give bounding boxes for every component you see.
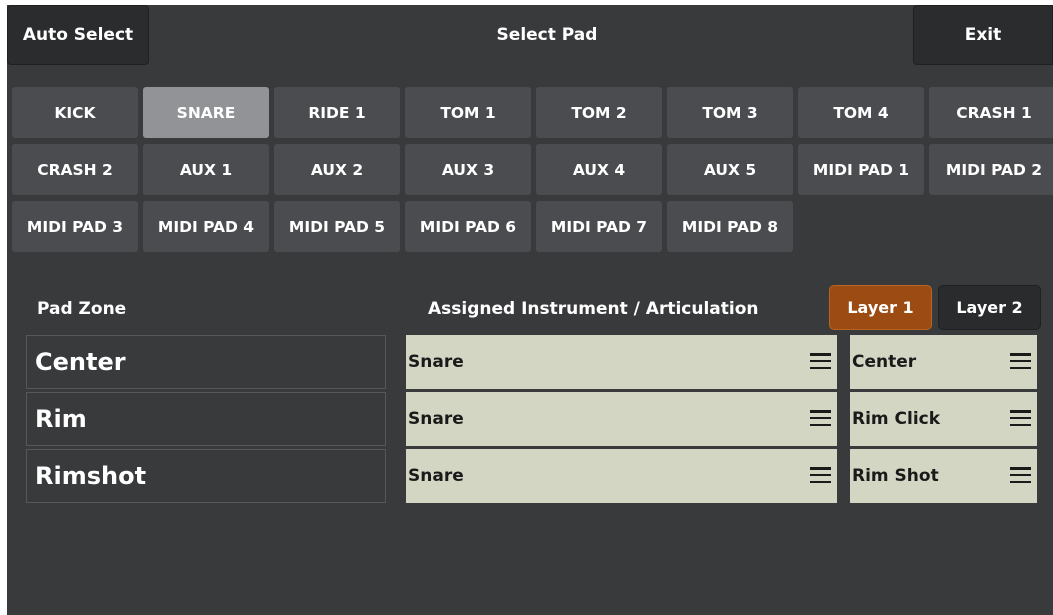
pad-zone-heading: Pad Zone: [37, 299, 127, 319]
pad-button-midi-pad-4[interactable]: MIDI PAD 4: [143, 201, 269, 252]
pad-button-aux-5[interactable]: AUX 5: [667, 144, 793, 195]
instrument-select-rim[interactable]: Snare: [406, 392, 837, 446]
pad-button-snare[interactable]: SNARE: [143, 87, 269, 138]
instrument-select-center[interactable]: Snare: [406, 335, 837, 389]
pad-button-aux-2[interactable]: AUX 2: [274, 144, 400, 195]
pad-button-ride-1[interactable]: RIDE 1: [274, 87, 400, 138]
pad-button-midi-pad-7[interactable]: MIDI PAD 7: [536, 201, 662, 252]
layer-1-button[interactable]: Layer 1: [829, 285, 932, 330]
pad-button-tom-1[interactable]: TOM 1: [405, 87, 531, 138]
assigned-instrument-heading: Assigned Instrument / Articulation: [428, 299, 759, 319]
hamburger-menu-icon: [1010, 467, 1031, 483]
pad-zone-center: Center: [26, 335, 386, 389]
instrument-select-rimshot[interactable]: Snare: [406, 449, 837, 503]
articulation-select-rim[interactable]: Rim Click: [850, 392, 1037, 446]
page-title: Select Pad: [496, 25, 598, 45]
hamburger-menu-icon: [810, 353, 831, 369]
pad-button-aux-3[interactable]: AUX 3: [405, 144, 531, 195]
pad-button-crash-1[interactable]: CRASH 1: [929, 87, 1053, 138]
articulation-select-center[interactable]: Center: [850, 335, 1037, 389]
pad-zone-rimshot: Rimshot: [26, 449, 386, 503]
pad-button-tom-3[interactable]: TOM 3: [667, 87, 793, 138]
pad-button-midi-pad-2[interactable]: MIDI PAD 2: [929, 144, 1053, 195]
layer-2-button[interactable]: Layer 2: [938, 285, 1041, 330]
pad-button-aux-1[interactable]: AUX 1: [143, 144, 269, 195]
articulation-label: Rim Shot: [852, 466, 939, 486]
exit-button[interactable]: Exit: [913, 5, 1053, 65]
articulation-label: Rim Click: [852, 409, 941, 429]
pad-button-midi-pad-8[interactable]: MIDI PAD 8: [667, 201, 793, 252]
pad-button-crash-2[interactable]: CRASH 2: [12, 144, 138, 195]
pad-button-midi-pad-5[interactable]: MIDI PAD 5: [274, 201, 400, 252]
pad-button-kick[interactable]: KICK: [12, 87, 138, 138]
pad-button-tom-2[interactable]: TOM 2: [536, 87, 662, 138]
hamburger-menu-icon: [810, 410, 831, 426]
hamburger-menu-icon: [1010, 410, 1031, 426]
articulation-label: Center: [852, 352, 917, 372]
auto-select-button[interactable]: Auto Select: [7, 5, 149, 65]
hamburger-menu-icon: [1010, 353, 1031, 369]
pad-button-midi-pad-3[interactable]: MIDI PAD 3: [12, 201, 138, 252]
instrument-label: Snare: [408, 466, 464, 486]
select-pad-window: Auto Select Select Pad Exit Pad Zone Ass…: [7, 5, 1053, 615]
pad-button-aux-4[interactable]: AUX 4: [536, 144, 662, 195]
hamburger-menu-icon: [810, 467, 831, 483]
pad-zone-rim: Rim: [26, 392, 386, 446]
pad-button-midi-pad-6[interactable]: MIDI PAD 6: [405, 201, 531, 252]
articulation-select-rimshot[interactable]: Rim Shot: [850, 449, 1037, 503]
instrument-label: Snare: [408, 409, 464, 429]
instrument-label: Snare: [408, 352, 464, 372]
pad-button-midi-pad-1[interactable]: MIDI PAD 1: [798, 144, 924, 195]
pad-button-tom-4[interactable]: TOM 4: [798, 87, 924, 138]
